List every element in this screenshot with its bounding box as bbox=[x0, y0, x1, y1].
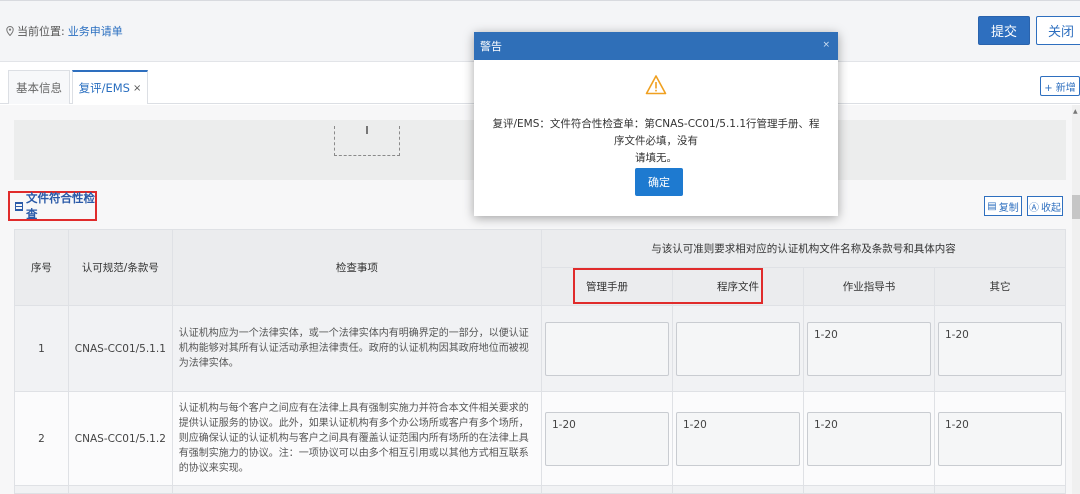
table-row: 2 CNAS-CC01/5.1.2 认证机构与每个客户之间应有在法律上具有强制实… bbox=[14, 391, 1067, 486]
breadcrumb-label: 当前位置: bbox=[17, 25, 65, 38]
table-grid-icon bbox=[15, 201, 23, 211]
table-row bbox=[14, 485, 1067, 494]
submit-button[interactable]: 提交 bbox=[978, 16, 1030, 45]
header-seq: 序号 bbox=[14, 229, 69, 306]
tab-close-icon[interactable]: × bbox=[133, 83, 141, 94]
header-other: 其它 bbox=[933, 267, 1067, 306]
tab-basic-info-label: 基本信息 bbox=[16, 80, 62, 95]
dialog-header: 警告 × bbox=[474, 32, 838, 60]
dialog-close-icon[interactable]: × bbox=[822, 40, 830, 50]
dialog-message-line2: 请填无。 bbox=[635, 152, 677, 164]
tab-basic-info[interactable]: 基本信息 bbox=[8, 70, 70, 104]
confirm-button[interactable]: 确定 bbox=[635, 168, 683, 196]
instruction-input[interactable]: 1-20 bbox=[806, 321, 931, 376]
close-button[interactable]: 关闭 bbox=[1036, 16, 1080, 45]
scroll-up-arrow-icon[interactable]: ▲ bbox=[1073, 108, 1078, 115]
row-seq: 2 bbox=[14, 391, 69, 486]
copy-label: 复制 bbox=[998, 202, 1019, 214]
location-pin-icon bbox=[6, 26, 14, 36]
collapse-label: 收起 bbox=[1041, 202, 1061, 214]
header-instruction: 作业指导书 bbox=[802, 267, 935, 306]
other-input[interactable]: 1-20 bbox=[937, 321, 1062, 376]
row-clause: CNAS-CC01/5.1.2 bbox=[67, 391, 173, 486]
row-description: 认证机构应为一个法律实体，或一个法律实体内有明确界定的一部分，以便认证机构能够对… bbox=[171, 305, 543, 392]
procedure-input[interactable]: 1-20 bbox=[675, 411, 800, 466]
dialog-message: 复评/EMS：文件符合性检查单：第CNAS-CC01/5.1.1行管理手册、程序… bbox=[488, 116, 824, 167]
row-description: 认证机构与每个客户之间应有在法律上具有强制实施力并符合本文件相关要求的提供认证服… bbox=[171, 391, 543, 486]
row-seq: 1 bbox=[14, 305, 69, 392]
other-input[interactable]: 1-20 bbox=[937, 411, 1062, 466]
dialog-message-line1: 复评/EMS：文件符合性检查单：第CNAS-CC01/5.1.1行管理手册、程序… bbox=[492, 118, 820, 147]
section-title: 文件符合性检查 bbox=[8, 191, 97, 221]
header-item: 检查事项 bbox=[171, 229, 543, 306]
compliance-table: 序号 认可规范/条款号 检查事项 与该认可准则要求相对应的认证机构文件名称及条款… bbox=[14, 229, 1067, 494]
warning-dialog: 警告 × 复评/EMS：文件符合性检查单：第CNAS-CC01/5.1.1行管理… bbox=[474, 32, 838, 216]
tab-review-ems[interactable]: 复评/EMS × bbox=[72, 70, 148, 104]
breadcrumb-link[interactable]: 业务申请单 bbox=[68, 23, 123, 39]
section-title-label: 文件符合性检查 bbox=[26, 191, 95, 221]
instruction-input[interactable]: 1-20 bbox=[806, 411, 931, 466]
row-clause: CNAS-CC01/5.1.1 bbox=[67, 305, 173, 392]
header-group: 与该认可准则要求相对应的认证机构文件名称及条款号和具体内容 bbox=[541, 229, 1066, 268]
dashed-placeholder-tick bbox=[366, 126, 368, 134]
dialog-title: 警告 bbox=[480, 40, 502, 53]
copy-button[interactable]: ▤ 复制 bbox=[984, 196, 1022, 216]
vertical-scrollbar[interactable]: ▲ bbox=[1072, 105, 1080, 494]
breadcrumb: 当前位置: 业务申请单 bbox=[6, 23, 123, 39]
collapse-button[interactable]: Ⓐ 收起 bbox=[1027, 196, 1063, 216]
required-columns-highlight bbox=[573, 268, 763, 304]
header-clause: 认可规范/条款号 bbox=[67, 229, 173, 306]
scrollbar-thumb[interactable] bbox=[1072, 195, 1080, 219]
collapse-icon: Ⓐ bbox=[1029, 202, 1039, 214]
procedure-input[interactable] bbox=[675, 321, 800, 376]
copy-icon: ▤ bbox=[987, 200, 997, 212]
manual-input[interactable]: 1-20 bbox=[545, 411, 669, 466]
add-new-button[interactable]: + 新增 bbox=[1040, 76, 1080, 96]
warning-icon bbox=[645, 75, 667, 95]
table-row: 1 CNAS-CC01/5.1.1 认证机构应为一个法律实体，或一个法律实体内有… bbox=[14, 305, 1067, 392]
manual-input[interactable] bbox=[545, 321, 669, 376]
tab-review-ems-label: 复评/EMS bbox=[78, 81, 130, 95]
